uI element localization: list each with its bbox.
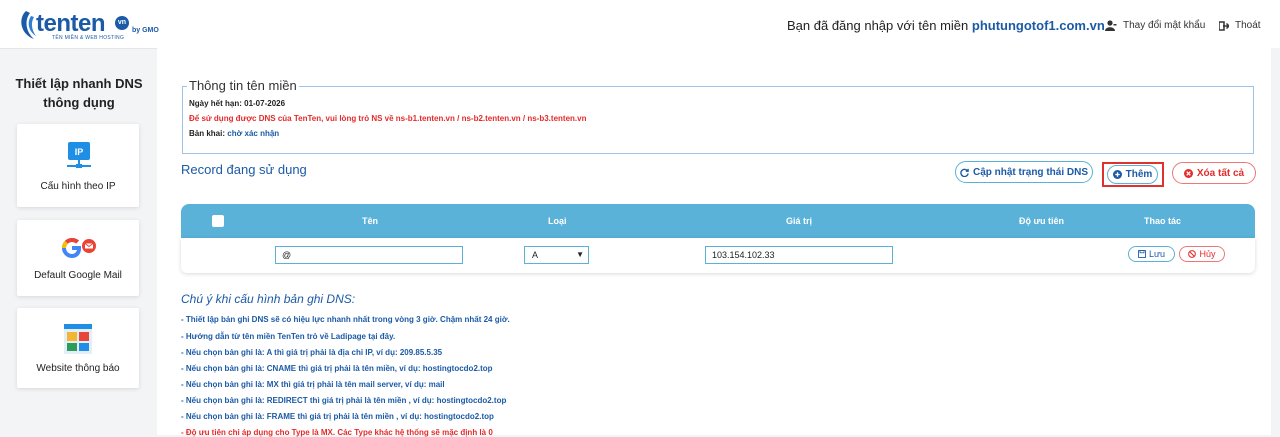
note-item: - Nếu chọn bản ghi là: A thì giá trị phả… bbox=[181, 348, 443, 357]
note-item-ladipage-link[interactable]: - Hướng dẫn từ tên miền TenTen trỏ về La… bbox=[181, 332, 395, 341]
table-row: @ A ▼ 103.154.102.33 Lưu Hủy bbox=[181, 238, 1255, 273]
website-icon bbox=[64, 324, 92, 354]
records-title: Record đang sử dụng bbox=[181, 162, 307, 177]
record-name-input[interactable]: @ bbox=[275, 246, 463, 264]
deploy-status: chờ xác nhận bbox=[227, 129, 280, 138]
add-record-button[interactable]: Thêm bbox=[1107, 165, 1158, 184]
column-header-name: Tên bbox=[362, 216, 379, 226]
column-header-type: Loại bbox=[548, 216, 567, 226]
update-dns-status-label: Cập nhật trạng thái DNS bbox=[972, 166, 1088, 178]
chevron-down-icon: ▼ bbox=[576, 250, 584, 259]
quick-config-website-card[interactable]: Website thông báo bbox=[17, 308, 139, 388]
times-circle-icon bbox=[1183, 168, 1193, 178]
logo-word: tenten bbox=[36, 10, 106, 37]
quick-config-ip-card[interactable]: IP Cấu hình theo IP bbox=[17, 124, 139, 207]
google-mail-icon bbox=[62, 238, 96, 258]
cancel-button[interactable]: Hủy bbox=[1179, 246, 1225, 262]
ip-network-icon: IP bbox=[67, 142, 91, 168]
svg-text:IP: IP bbox=[75, 147, 84, 157]
note-item: - Nếu chọn bản ghi là: REDIRECT thì giá … bbox=[181, 396, 507, 405]
clear-all-label: Xóa tất cả bbox=[1196, 167, 1245, 179]
add-button-highlight: Thêm bbox=[1102, 162, 1164, 187]
record-value-input[interactable]: 103.154.102.33 bbox=[705, 246, 893, 264]
card-label-website: Website thông báo bbox=[36, 363, 120, 374]
top-header: tenten vn TÊN MIỀN & WEB HOSTING by GMO … bbox=[0, 0, 1280, 49]
record-type-select[interactable]: A ▼ bbox=[524, 246, 589, 264]
ban-icon bbox=[1188, 250, 1197, 258]
save-label: Lưu bbox=[1148, 249, 1166, 259]
update-dns-status-button[interactable]: Cập nhật trạng thái DNS bbox=[955, 161, 1093, 183]
plus-circle-icon bbox=[1112, 170, 1122, 179]
select-all-checkbox[interactable] bbox=[212, 215, 224, 227]
notes-title: Chú ý khi cấu hình bản ghi DNS: bbox=[181, 292, 356, 306]
floppy-disk-icon bbox=[1137, 250, 1146, 258]
record-type-value: A bbox=[532, 250, 539, 260]
login-info: Bạn đã đăng nhập với tên miền phutungoto… bbox=[787, 18, 1105, 33]
sidebar-title-line2: thông dụng bbox=[43, 95, 115, 110]
logout-link[interactable]: Thoát bbox=[1219, 20, 1261, 31]
logo-badge: vn bbox=[115, 16, 129, 30]
note-item: - Thiết lập bản ghi DNS sẽ có hiệu lực n… bbox=[181, 315, 510, 324]
column-header-priority: Độ ưu tiên bbox=[1019, 216, 1065, 226]
sidebar-title-line1: Thiết lập nhanh DNS bbox=[15, 76, 143, 91]
add-record-label: Thêm bbox=[1125, 169, 1153, 180]
logout-icon bbox=[1219, 20, 1229, 31]
column-header-value: Giá trị bbox=[786, 216, 813, 226]
logout-label: Thoát bbox=[1235, 20, 1261, 31]
login-domain[interactable]: phutungotof1.com.vn bbox=[972, 18, 1105, 33]
save-button[interactable]: Lưu bbox=[1128, 246, 1175, 262]
quick-config-google-mail-card[interactable]: Default Google Mail bbox=[17, 220, 139, 296]
refresh-icon bbox=[960, 168, 969, 177]
note-item: - Nếu chọn bản ghi là: FRAME thì giá trị… bbox=[181, 412, 494, 421]
user-key-icon bbox=[1105, 20, 1117, 31]
records-table-header: Tên Loại Giá trị Độ ưu tiên Thao tác bbox=[181, 204, 1255, 238]
cancel-label: Hủy bbox=[1199, 249, 1216, 259]
domain-info-legend: Thông tin tên miền bbox=[187, 78, 299, 93]
ns-notice: Để sử dụng được DNS của TenTen, vui lòng… bbox=[189, 114, 587, 123]
tenten-logo[interactable]: tenten vn TÊN MIỀN & WEB HOSTING by GMO bbox=[18, 8, 168, 42]
change-password-label: Thay đổi mật khẩu bbox=[1123, 20, 1206, 31]
deploy-info: Bản khai: chờ xác nhận bbox=[189, 129, 279, 138]
expiry-date: Ngày hết hạn: 01-07-2026 bbox=[189, 99, 286, 108]
main-panel: Thông tin tên miền Ngày hết hạn: 01-07-2… bbox=[157, 48, 1271, 437]
clear-all-button[interactable]: Xóa tất cả bbox=[1172, 162, 1256, 184]
deploy-label: Bản khai: bbox=[189, 129, 226, 138]
card-label-google-mail: Default Google Mail bbox=[34, 270, 122, 281]
note-item: - Nếu chọn bản ghi là: MX thì giá trị ph… bbox=[181, 380, 445, 389]
page-scrollbar[interactable] bbox=[1271, 48, 1280, 435]
logo-tagline: TÊN MIỀN & WEB HOSTING bbox=[52, 35, 125, 41]
change-password-link[interactable]: Thay đổi mật khẩu bbox=[1105, 20, 1205, 31]
logo-brand: by GMO bbox=[132, 27, 159, 34]
note-item-priority: - Độ ưu tiên chỉ áp dụng cho Type là MX.… bbox=[181, 428, 493, 437]
note-item: - Nếu chọn bản ghi là: CNAME thì giá trị… bbox=[181, 364, 493, 373]
card-label-ip: Cấu hình theo IP bbox=[40, 181, 116, 192]
sidebar-title: Thiết lập nhanh DNS thông dụng bbox=[14, 74, 144, 112]
column-header-actions: Thao tác bbox=[1144, 216, 1182, 226]
login-prefix: Bạn đã đăng nhập với tên miền bbox=[787, 18, 969, 33]
